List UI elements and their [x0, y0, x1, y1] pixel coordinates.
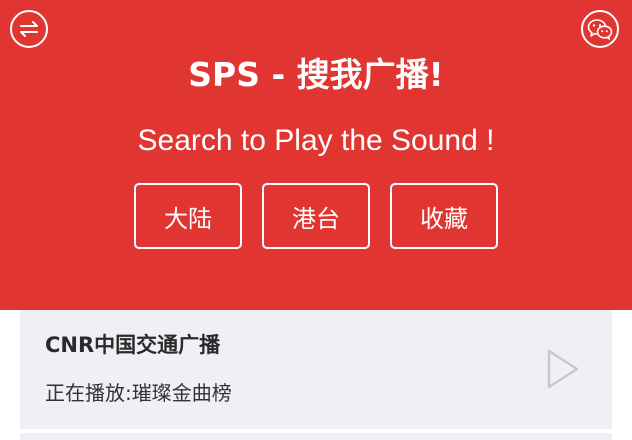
station-card[interactable]: CNR中国交通广播 正在播放:璀璨金曲榜: [20, 310, 612, 429]
favorites-button[interactable]: 收藏: [390, 183, 498, 249]
next-station-card[interactable]: [20, 433, 612, 440]
now-playing-status: 正在播放:璀璨金曲榜: [45, 381, 232, 405]
play-button[interactable]: [542, 346, 584, 392]
header-banner: SPS - 搜我广播! Search to Play the Sound ! 大…: [0, 0, 632, 310]
swap-arrows-icon: [20, 21, 38, 37]
switch-button[interactable]: [10, 10, 48, 48]
mainland-button[interactable]: 大陆: [134, 183, 242, 249]
page-title: SPS - 搜我广播!: [188, 55, 444, 94]
station-name: CNR中国交通广播: [45, 333, 221, 357]
wechat-button[interactable]: [581, 10, 619, 48]
wechat-icon: [587, 19, 613, 40]
hk-taiwan-button[interactable]: 港台: [262, 183, 370, 249]
play-icon: [547, 349, 579, 389]
page-subtitle: Search to Play the Sound !: [137, 124, 495, 157]
